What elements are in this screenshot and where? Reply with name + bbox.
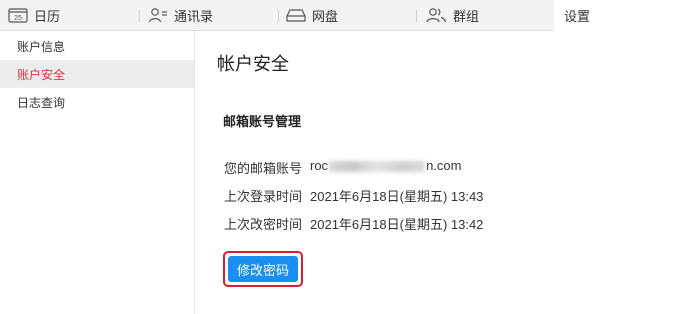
calendar-icon-day: 25 [14, 15, 22, 22]
tab-contacts[interactable]: 通讯录 [148, 0, 213, 30]
last-change-row: 上次改密时间 2021年6月18日(星期五) 13:42 [224, 214, 483, 233]
sidebar-item-account-info[interactable]: 账户信息 [0, 32, 194, 60]
email-row: 您的邮箱账号 roc n.com [224, 158, 461, 177]
email-prefix: roc [310, 158, 329, 173]
main-panel: 帐户安全 邮箱账号管理 您的邮箱账号 roc n.com 上次登录时间 2021年… [196, 31, 693, 314]
group-icon [425, 7, 447, 23]
redacted-email-blur [329, 161, 426, 173]
email-label: 您的邮箱账号 [224, 161, 303, 176]
last-change-value: 2021年6月18日(星期五) 13:42 [310, 217, 484, 232]
cloud-drive-icon [286, 7, 306, 23]
tab-label: 群组 [453, 8, 480, 24]
tab-settings[interactable]: 设置 [554, 0, 693, 31]
top-tab-bar: 25 日历 通讯录 网盘 群组 设置 [0, 0, 693, 31]
tab-groups[interactable]: 群组 [425, 0, 479, 30]
last-login-row: 上次登录时间 2021年6月18日(星期五) 13:43 [224, 186, 483, 205]
tab-label: 日历 [34, 8, 61, 24]
email-suffix: n.com [426, 158, 462, 173]
calendar-icon: 25 [8, 7, 28, 23]
tab-divider [139, 10, 140, 22]
tab-label: 网盘 [312, 8, 339, 24]
last-change-label: 上次改密时间 [224, 217, 303, 232]
tab-cloud-drive[interactable]: 网盘 [286, 0, 338, 30]
last-login-label: 上次登录时间 [224, 189, 303, 204]
sidebar: 账户信息 账户安全 日志查询 [0, 31, 195, 314]
change-password-highlight: 修改密码 [223, 251, 303, 287]
change-password-button[interactable]: 修改密码 [228, 256, 298, 282]
sidebar-item-log-query[interactable]: 日志查询 [0, 88, 194, 116]
section-title: 邮箱账号管理 [223, 114, 302, 129]
sidebar-item-label: 账户信息 [17, 39, 66, 54]
tab-calendar[interactable]: 25 日历 [8, 0, 60, 30]
sidebar-item-account-security[interactable]: 账户安全 [0, 60, 194, 88]
contacts-icon [148, 7, 168, 23]
tab-label: 设置 [564, 9, 591, 24]
tab-divider [278, 10, 279, 22]
page-title: 帐户安全 [217, 54, 289, 74]
tab-divider [416, 10, 417, 22]
email-value: roc n.com [310, 158, 461, 177]
last-login-value: 2021年6月18日(星期五) 13:43 [310, 189, 484, 204]
tab-label: 通讯录 [174, 8, 214, 24]
sidebar-item-label: 账户安全 [17, 67, 66, 82]
sidebar-item-label: 日志查询 [17, 95, 66, 110]
